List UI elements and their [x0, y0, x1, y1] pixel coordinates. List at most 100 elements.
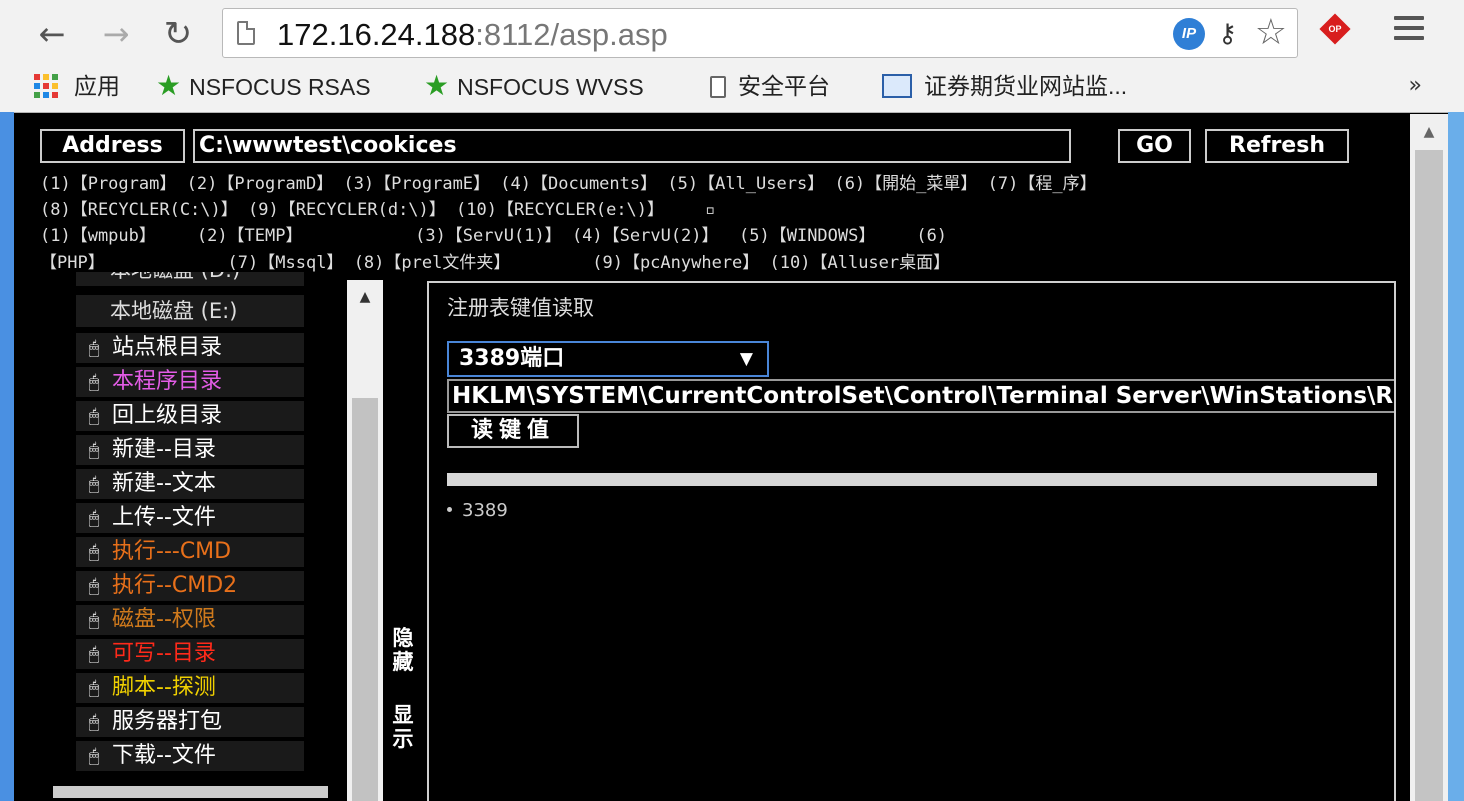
menu-icon[interactable] — [1394, 16, 1424, 44]
quick-path-link[interactable]: (1)【Program】 — [40, 174, 176, 194]
sidebar-menu-item[interactable]: 🖱 本程序目录 — [76, 367, 304, 397]
sidebar-menu-item[interactable]: 🖱 站点根目录 — [76, 333, 304, 363]
sidebar-menu-item[interactable]: 🖱 上传--文件 — [76, 503, 304, 533]
bookmark-label: 应用 — [74, 73, 120, 99]
url-port: :8112 — [475, 17, 551, 52]
sidebar-menu-item[interactable]: 🖱 磁盘--权限 — [76, 605, 304, 635]
quick-path-link[interactable]: (8)【prel文件夹】 — [354, 253, 511, 273]
quick-path-link[interactable]: (3)【ProgramE】 — [343, 174, 490, 194]
mouse-icon: 🖱 — [88, 542, 100, 563]
ip-badge-icon[interactable]: IP — [1173, 18, 1205, 50]
quick-path-link[interactable]: (5)【All_Users】 — [667, 174, 824, 194]
bookmark-nsfocus-wvss[interactable]: ★ NSFOCUS WVSS — [424, 70, 644, 102]
sidebar-menu-item[interactable]: 🖱 新建--目录 — [76, 435, 304, 465]
forward-icon[interactable]: → — [98, 14, 134, 54]
extension-icon[interactable]: OP — [1319, 13, 1351, 45]
mouse-icon: 🖱 — [88, 746, 100, 767]
sidebar-menu-item[interactable]: 🖱 下载--文件 — [76, 741, 304, 771]
url-host: 172.16.24.188 — [277, 17, 476, 52]
read-value-button[interactable]: 读键值 — [447, 414, 579, 448]
quick-path-link[interactable]: (10)【Alluser桌面】 — [770, 253, 951, 273]
page-scrollbar[interactable]: ▲ — [1410, 114, 1448, 801]
quick-path-link[interactable]: (7)【Mssql】 — [228, 253, 344, 273]
bookmark-label: 证券期货业网站监... — [924, 73, 1128, 99]
select-value: 3389端口 — [459, 346, 565, 371]
scroll-thumb[interactable] — [352, 398, 378, 801]
quick-path-link[interactable]: (10)【RECYCLER(e:\)】 — [456, 200, 664, 220]
quick-path-link[interactable]: (5)【WINDOWS】 — [739, 226, 875, 246]
sidebar-menu-label: 执行--CMD2 — [112, 573, 238, 598]
quick-path-link[interactable]: (9)【RECYCLER(d:\)】 — [248, 200, 446, 220]
scroll-thumb[interactable] — [1415, 150, 1443, 801]
registry-key-select[interactable]: 3389端口 ▼ — [447, 341, 769, 377]
quick-path-link[interactable]: (1)【wmpub】 — [40, 226, 156, 246]
url-port-path: :8112/asp.asp — [475, 17, 667, 52]
quick-path-row: (1)【wmpub】 (2)【TEMP】 (3)【ServU(1)】 (4)【S… — [40, 223, 947, 249]
bookmark-star-icon[interactable]: ☆ — [1255, 13, 1287, 53]
reload-icon[interactable]: ↻ — [160, 14, 196, 54]
back-icon[interactable]: ← — [34, 14, 70, 54]
sidebar-menu-label: 站点根目录 — [112, 335, 223, 360]
sidebar-menu-label: 回上级目录 — [112, 403, 223, 428]
scroll-up-arrow-icon[interactable]: ▲ — [1410, 116, 1448, 148]
path-input[interactable]: C:\wwwtest\cookices — [193, 129, 1071, 163]
hide-sidebar-link[interactable]: 隐藏 — [388, 626, 418, 674]
green-star-icon: ★ — [156, 70, 182, 101]
quick-path-link[interactable]: 【PHP】 — [40, 253, 105, 273]
sidebar-menu-item[interactable]: 🖱 执行---CMD — [76, 537, 304, 567]
chevron-down-icon: ▼ — [739, 349, 753, 369]
go-button[interactable]: GO — [1118, 129, 1191, 163]
quick-path-link[interactable]: (7)【程_序】 — [988, 174, 1097, 194]
mouse-icon: 🖱 — [88, 440, 100, 461]
frame-scrollbar[interactable]: ▲ — [347, 280, 383, 801]
quick-path-link[interactable]: (6)【開始_菜單】 — [834, 174, 977, 194]
sidebar-menu-item[interactable]: 🖱 可写--目录 — [76, 639, 304, 669]
disk-d-item[interactable]: 本地磁盘 (D:) — [76, 272, 304, 286]
mouse-icon: 🖱 — [88, 338, 100, 359]
url-text[interactable]: 172.16.24.188:8112/asp.asp — [277, 15, 668, 55]
image-icon — [882, 74, 912, 98]
apps-grid-icon[interactable] — [34, 74, 58, 98]
quick-path-link[interactable]: (6) — [916, 226, 947, 246]
quick-path-link[interactable]: (2)【ProgramD】 — [187, 174, 334, 194]
page-icon — [237, 21, 255, 45]
quick-path-row: (8)【RECYCLER(C:\)】 (9)【RECYCLER(d:\)】 (1… — [40, 197, 715, 223]
sidebar-menu-item[interactable]: 🖱 回上级目录 — [76, 401, 304, 431]
quick-path-link[interactable]: (8)【RECYCLER(C:\)】 — [40, 200, 238, 220]
registry-path-input[interactable]: HKLM\SYSTEM\CurrentControlSet\Control\Te… — [447, 379, 1394, 413]
sidebar-horizontal-scrollbar[interactable] — [53, 786, 328, 798]
result-item: 3389 — [447, 497, 508, 525]
green-star-icon: ★ — [424, 70, 450, 101]
mouse-icon: 🖱 — [88, 474, 100, 495]
disk-e-item[interactable]: 本地磁盘 (E:) — [76, 295, 304, 327]
sidebar-menu-label: 上传--文件 — [112, 505, 216, 530]
window-frame-right — [1448, 112, 1464, 801]
bookmark-securities-monitor[interactable]: 证券期货业网站监... — [882, 70, 1127, 102]
sidebar-menu-item[interactable]: 🖱 脚本--探测 — [76, 673, 304, 703]
sidebar-menu-item[interactable]: 🖱 新建--文本 — [76, 469, 304, 499]
refresh-button[interactable]: Refresh — [1205, 129, 1349, 163]
sidebar-menu-item[interactable]: 🖱 服务器打包 — [76, 707, 304, 737]
url-bar[interactable]: 172.16.24.188:8112/asp.asp IP ⚷ ☆ — [222, 8, 1298, 58]
registry-panel: 注册表键值读取 3389端口 ▼ HKLM\SYSTEM\CurrentCont… — [427, 281, 1396, 801]
bookmark-label: NSFOCUS RSAS — [189, 74, 371, 100]
bookmark-label: 安全平台 — [738, 73, 830, 99]
url-path: /asp.asp — [550, 17, 668, 52]
scroll-up-arrow-icon[interactable]: ▲ — [347, 282, 383, 312]
quick-path-link[interactable]: (2)【TEMP】 — [197, 226, 303, 246]
quick-path-link[interactable]: (4)【ServU(2)】 — [572, 226, 719, 246]
bookmark-security-platform[interactable]: 安全平台 — [710, 70, 830, 102]
sidebar-menu-label: 可写--目录 — [112, 641, 216, 666]
bookmark-apps[interactable]: 应用 — [74, 70, 120, 102]
quick-path-link[interactable]: (3)【ServU(1)】 — [415, 226, 562, 246]
key-icon[interactable]: ⚷ — [1218, 19, 1237, 49]
bookmarks-overflow-button[interactable]: » — [1409, 70, 1422, 102]
quick-path-link[interactable]: (4)【Documents】 — [500, 174, 657, 194]
sidebar-menu-label: 磁盘--权限 — [112, 607, 216, 632]
quick-path-link[interactable]: (9)【pcAnywhere】 — [592, 253, 759, 273]
sidebar-menu-item[interactable]: 🖱 执行--CMD2 — [76, 571, 304, 601]
bookmark-label: NSFOCUS WVSS — [457, 74, 644, 100]
show-sidebar-link[interactable]: 显示 — [388, 703, 418, 751]
bookmark-nsfocus-rsas[interactable]: ★ NSFOCUS RSAS — [156, 70, 371, 102]
sidebar-menu-label: 服务器打包 — [112, 709, 223, 734]
